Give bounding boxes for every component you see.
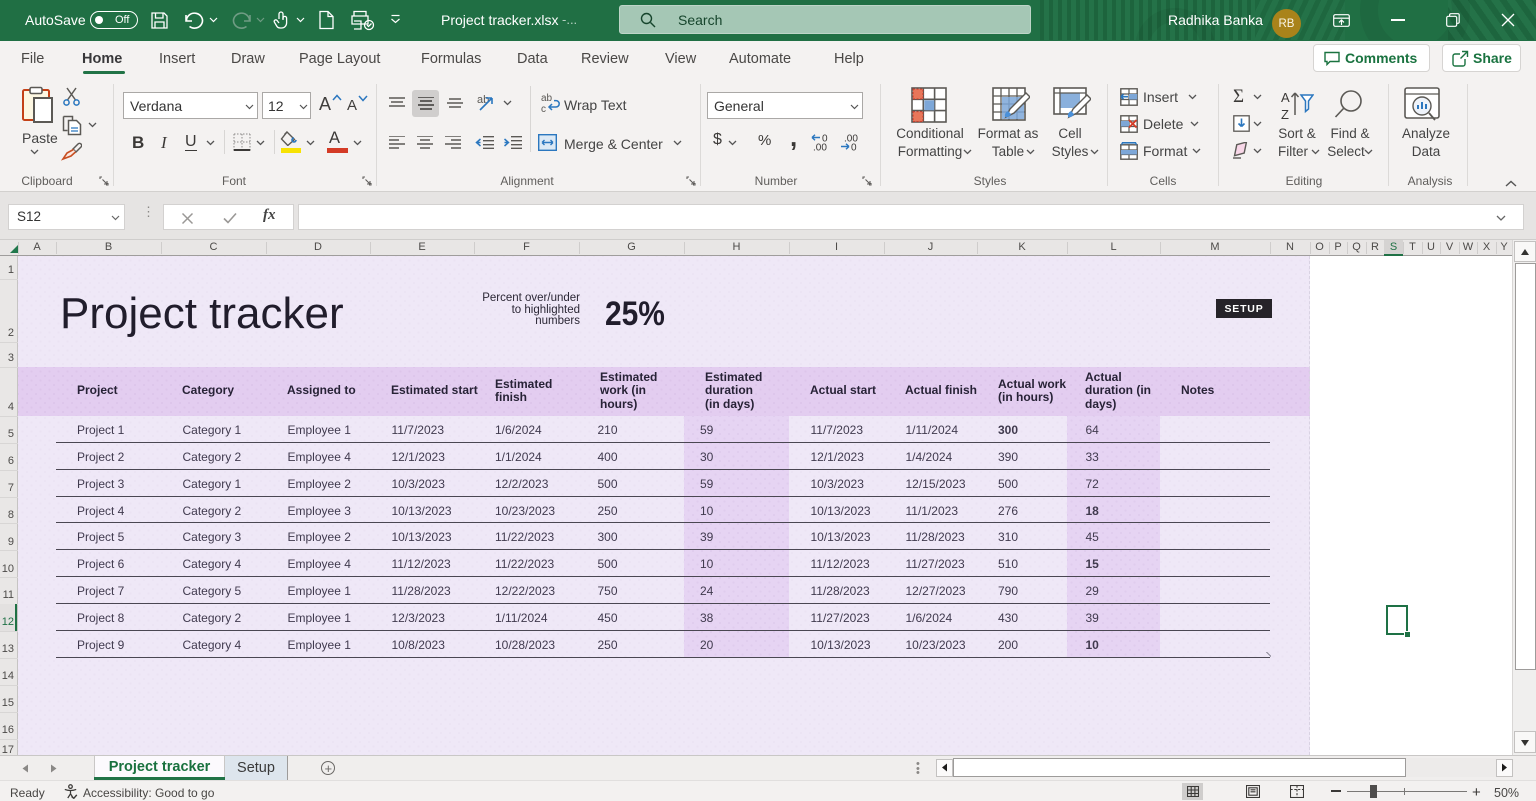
- svg-text:A: A: [1281, 90, 1290, 105]
- svg-text:Z: Z: [1281, 107, 1289, 122]
- svg-text:c: c: [541, 104, 546, 112]
- svg-text:.00: .00: [813, 143, 827, 152]
- svg-text:ab: ab: [541, 93, 553, 104]
- svg-text:0: 0: [851, 143, 857, 152]
- svg-text:ab: ab: [477, 94, 489, 106]
